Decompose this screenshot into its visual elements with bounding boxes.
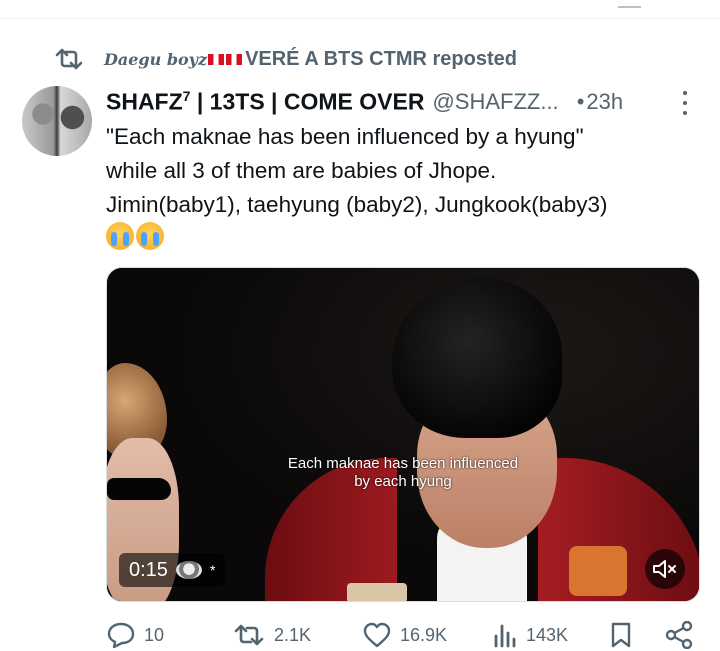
tweet-actions: 10 2.1K 16.9K 143K [106,620,706,650]
tweet-text-line: "Each maknae has been influenced by a hy… [106,124,584,149]
author-name[interactable]: SHAFZ7 | 13TS | COME OVER [106,88,424,116]
crying-emoji-icon [136,222,164,250]
repost-button[interactable]: 2.1K [232,620,311,650]
views-button[interactable]: 143K [492,620,568,650]
reply-button[interactable]: 10 [106,620,164,650]
repost-icon [55,48,83,70]
bookmark-icon [611,622,631,648]
jacket-patch [569,546,627,596]
uploader-badge-icon [175,561,202,579]
repost-context[interactable]: Daegu boyz VERÉ A BTS CTMR reposted [52,46,517,72]
reply-count: 10 [144,624,165,645]
badge-star: * [209,562,216,578]
flag-icon [208,53,225,65]
share-icon [665,621,693,649]
reply-icon [107,622,135,649]
video-sunglasses [107,478,171,500]
views-icon [494,624,516,648]
repost-label[interactable]: VERÉ A BTS CTMR reposted [245,48,517,71]
tweet-text: "Each maknae has been influenced by a hy… [106,120,706,222]
top-divider [0,18,720,19]
more-icon[interactable] [676,88,694,118]
avatar[interactable] [22,86,92,156]
like-button[interactable]: 16.9K [362,620,447,650]
tweet-header: SHAFZ7 | 13TS | COME OVER @SHAFZZ... • 2… [106,86,706,118]
mute-icon [653,560,676,578]
repost-count: 2.1K [274,624,312,645]
jacket-patch [347,583,407,601]
view-count: 143K [526,624,569,645]
flag-icon [226,53,243,65]
video-timestamp: 0:15 * [119,553,226,587]
separator-dot: • [576,89,585,114]
crying-emoji-icon [106,222,134,250]
bookmark-button[interactable] [609,620,633,650]
like-icon [363,622,391,648]
tweet-time[interactable]: 23h [586,89,623,115]
top-partial-element [617,0,641,8]
repost-icon [234,624,264,646]
mute-button[interactable] [645,549,685,589]
video-player[interactable]: Each maknae has been influenced by each … [106,267,700,602]
video-hair [392,278,562,438]
share-button[interactable] [664,620,694,650]
reposter-name[interactable]: Daegu boyz [104,50,207,69]
timestamp-text: 0:15 [129,558,168,581]
like-count: 16.9K [400,624,448,645]
tweet-text-line: Jimin(baby1), taehyung (baby2), Jungkook… [106,192,608,217]
author-handle[interactable]: @SHAFZZ... [432,89,558,115]
tweet-text-line: while all 3 of them are babies of Jhope. [106,158,497,183]
emoji-row [106,222,164,250]
video-caption: Each maknae has been influenced by each … [287,455,519,490]
